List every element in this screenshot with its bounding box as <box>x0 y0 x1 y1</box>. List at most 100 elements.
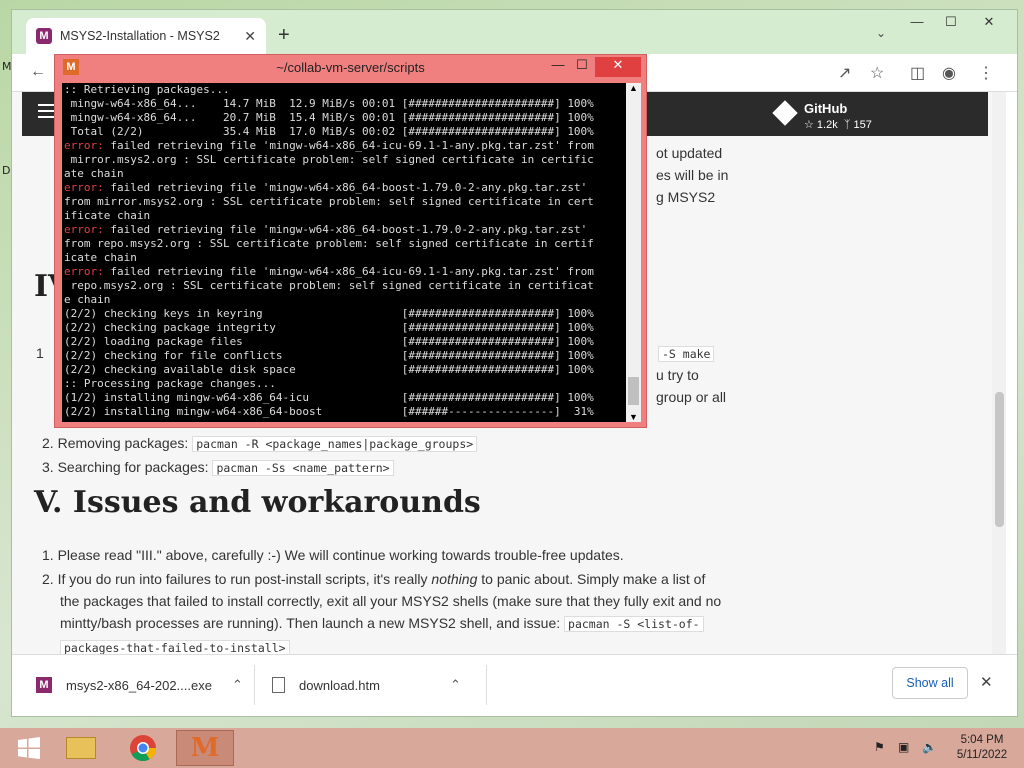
folder-icon <box>66 737 96 759</box>
scroll-up-icon[interactable]: ▲ <box>629 83 638 93</box>
scrollbar-thumb[interactable] <box>995 392 1004 527</box>
terminal-scrollbar[interactable]: ▲ ▼ <box>626 83 641 422</box>
bookmark-star-icon[interactable]: ☆ <box>870 63 884 83</box>
code-snippet: pacman -R <package_names|package_groups> <box>192 436 478 452</box>
terminal-line: error: failed retrieving file 'mingw-w64… <box>62 139 626 153</box>
code-snippet: packages-that-failed-to-install> <box>60 640 290 654</box>
error-prefix: error: <box>64 181 104 194</box>
scroll-down-icon[interactable]: ▼ <box>629 412 638 422</box>
terminal-line: ificate chain <box>64 209 151 222</box>
emphasis-text: nothing <box>431 571 478 587</box>
download-item[interactable]: M msys2-x86_64-202....exe ⌃ <box>36 669 246 701</box>
side-panel-icon[interactable]: ◫ <box>910 63 925 83</box>
terminal-line: :: Retrieving packages... <box>64 83 230 96</box>
terminal-title-bar[interactable]: M ~/collab-vm-server/scripts — ☐ ✕ <box>55 55 646 81</box>
terminal-line: error: failed retrieving file 'mingw-w64… <box>62 265 626 279</box>
terminal-maximize-button[interactable]: ☐ <box>569 57 595 77</box>
chevron-up-icon[interactable]: ⌃ <box>232 677 243 693</box>
code-snippet: pacman -S <list-of- <box>564 616 704 632</box>
mintty-terminal-window: M ~/collab-vm-server/scripts — ☐ ✕ :: Re… <box>54 54 647 428</box>
download-filename: download.htm <box>299 677 380 693</box>
terminal-line: Total (2/2) 35.4 MiB 17.0 MiB/s 00:02 [#… <box>64 125 594 138</box>
terminal-line: error: failed retrieving file 'mingw-w64… <box>62 181 626 195</box>
taskbar: M ⚑ ▣ 🔈 5:04 PM 5/11/2022 <box>0 728 1024 768</box>
download-filename: msys2-x86_64-202....exe <box>66 677 212 693</box>
terminal-scroll-thumb[interactable] <box>628 377 639 405</box>
action-center-flag-icon[interactable]: ⚑ <box>874 740 885 754</box>
list-item-text: the packages that failed to install corr… <box>60 593 722 609</box>
terminal-line-text: failed retrieving file 'mingw-w64-x86_64… <box>103 181 588 194</box>
back-arrow-icon[interactable]: ← <box>30 63 46 81</box>
code-snippet: pacman -Ss <name_pattern> <box>212 460 394 476</box>
close-button[interactable]: ✕ <box>974 14 1004 34</box>
download-item[interactable]: download.htm ⌃ <box>272 669 482 701</box>
share-icon[interactable]: ↗ <box>838 63 851 83</box>
text-fragment: es will be in <box>656 167 729 183</box>
error-prefix: error: <box>64 265 104 278</box>
item-label: Searching for packages: <box>57 459 213 475</box>
text-fragment: group or all <box>656 389 727 405</box>
github-forks: 157 <box>853 119 872 131</box>
chrome-taskbar-button[interactable] <box>114 730 172 766</box>
text-fragment: u try to <box>656 367 699 383</box>
terminal-line: ate chain <box>64 167 124 180</box>
mintty-taskbar-button[interactable]: M <box>176 730 234 766</box>
profile-avatar-icon[interactable]: ◉ <box>942 63 956 83</box>
item-label: Removing packages: <box>57 435 193 451</box>
text-fragment: ot updated <box>656 145 723 161</box>
chevron-up-icon[interactable]: ⌃ <box>450 677 461 693</box>
tab-search-chevron-icon[interactable]: ⌄ <box>876 26 886 40</box>
error-prefix: error: <box>64 139 104 152</box>
terminal-line: (2/2) loading package files [###########… <box>64 335 594 348</box>
terminal-line: icate chain <box>64 251 137 264</box>
terminal-minimize-button[interactable]: — <box>545 57 571 77</box>
terminal-line-text: failed retrieving file 'mingw-w64-x86_64… <box>103 265 594 278</box>
tab-msys2-installation[interactable]: M MSYS2-Installation - MSYS2 ✕ <box>26 18 266 54</box>
terminal-line: (1/2) installing mingw-w64-x86_64-icu [#… <box>64 391 594 404</box>
desktop-icon-label[interactable]: D <box>2 164 10 177</box>
list-item-text: If you do run into failures to run post-… <box>57 571 432 587</box>
terminal-line: error: failed retrieving file 'mingw-w64… <box>62 223 626 237</box>
terminal-line: mingw-w64-x86_64... 20.7 MiB 15.4 MiB/s … <box>64 111 594 124</box>
list-item-text: Please read "III." above, carefully :-) … <box>57 547 624 563</box>
section-heading-v: V. Issues and workarounds <box>34 485 481 520</box>
terminal-line: from mirror.msys2.org : SSL certificate … <box>64 195 594 208</box>
download-shelf: M msys2-x86_64-202....exe ⌃ download.htm… <box>12 654 1017 716</box>
github-stars: 1.2k <box>816 119 838 131</box>
terminal-line: mingw-w64-x86_64... 14.7 MiB 12.9 MiB/s … <box>64 97 594 110</box>
start-button[interactable] <box>0 730 58 766</box>
maximize-button[interactable]: ☐ <box>936 14 966 34</box>
show-all-button[interactable]: Show all <box>892 667 968 699</box>
code-snippet: -S make <box>658 346 715 362</box>
close-shelf-icon[interactable]: ✕ <box>980 673 993 691</box>
git-icon <box>772 100 798 126</box>
msys2-favicon-icon: M <box>36 28 52 44</box>
clock-date: 5/11/2022 <box>956 749 1008 761</box>
terminal-close-button[interactable]: ✕ <box>595 57 641 77</box>
chrome-icon <box>130 735 157 762</box>
file-explorer-taskbar-button[interactable] <box>52 730 110 766</box>
tab-title: MSYS2-Installation - MSYS2 <box>60 29 220 43</box>
system-clock[interactable]: 5:04 PM 5/11/2022 <box>950 733 1014 763</box>
terminal-output[interactable]: :: Retrieving packages... mingw-w64-x86_… <box>62 83 626 422</box>
page-scrollbar[interactable] <box>992 92 1006 654</box>
tab-close-icon[interactable]: ✕ <box>244 28 256 45</box>
list-item-removing-packages: 2. Removing packages: pacman -R <package… <box>42 432 478 455</box>
tab-strip: M MSYS2-Installation - MSYS2 ✕ + ⌄ — ☐ ✕ <box>12 10 1017 54</box>
terminal-line: repo.msys2.org : SSL certificate problem… <box>64 279 594 292</box>
menu-kebab-icon[interactable]: ⋮ <box>978 63 994 83</box>
list-item: 1. Please read "III." above, carefully :… <box>42 547 624 563</box>
network-icon[interactable]: ▣ <box>898 740 909 754</box>
new-tab-button[interactable]: + <box>278 24 290 47</box>
list-item-text-line: mintty/bash processes are running). Then… <box>60 612 704 635</box>
minimize-button[interactable]: — <box>902 14 932 34</box>
file-icon <box>272 677 285 693</box>
divider <box>486 665 487 705</box>
terminal-line-text: failed retrieving file 'mingw-w64-x86_64… <box>103 139 594 152</box>
msys2-icon: M <box>36 677 52 693</box>
windows-logo-icon <box>18 737 40 759</box>
terminal-line: :: Processing package changes... <box>64 377 276 390</box>
volume-muted-icon[interactable]: 🔈 <box>922 740 937 754</box>
desktop-icon-label[interactable]: M <box>2 60 12 73</box>
clock-time: 5:04 PM <box>960 734 1004 746</box>
